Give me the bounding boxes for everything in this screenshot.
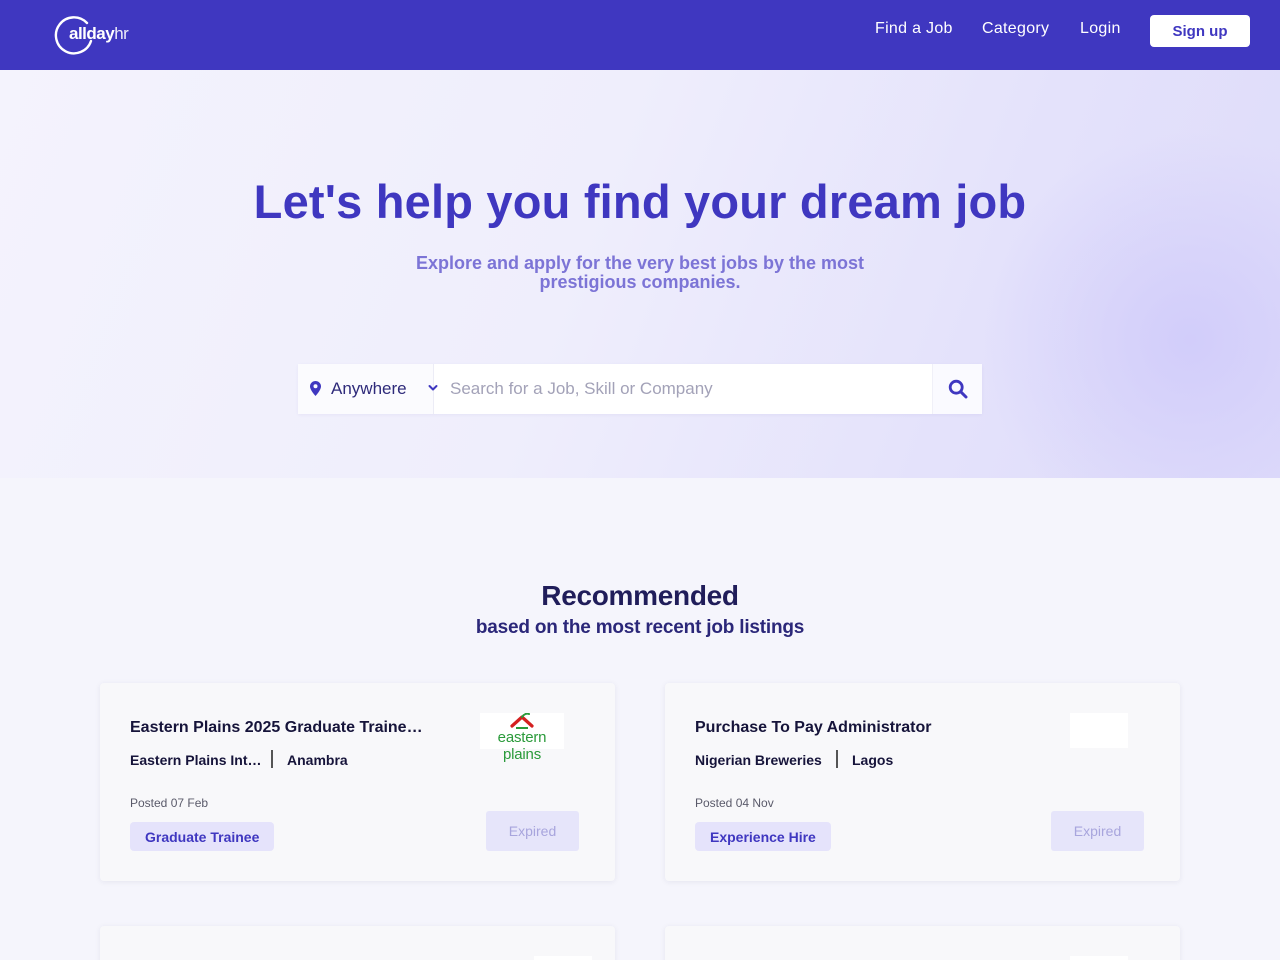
expired-button[interactable]: Expired [486,811,579,851]
search-icon [948,379,967,399]
job-title[interactable]: Eastern Plains 2025 Graduate Trainee Pro… [130,719,430,737]
search-input[interactable] [440,364,930,414]
hero-subtitle: Explore and apply for the very best jobs… [415,253,865,292]
signup-button[interactable]: Sign up [1150,15,1250,47]
job-card-partial[interactable] [665,926,1180,960]
search-button[interactable] [932,364,982,414]
job-location: Lagos [852,752,894,768]
chevron-down-icon [428,385,438,391]
company-name: Nigerian Breweries [695,752,822,768]
posted-date: Posted 04 Nov [695,796,774,810]
location-value: Anywhere [331,379,407,398]
company-logo [1070,956,1128,960]
company-name: Eastern Plains International [130,752,262,768]
company-logo [534,956,592,960]
job-location: Anambra [287,752,348,768]
company-logo [1070,713,1128,748]
job-search-bar: Anywhere [298,364,982,414]
location-pin-icon [310,381,321,396]
job-type-badge: Experience Hire [695,822,831,851]
nav-find-a-job[interactable]: Find a Job [875,20,953,38]
hero-section: Let's help you find your dream job Explo… [0,70,1280,478]
alldayhr-logo[interactable]: alldayhr [54,14,138,56]
expired-button[interactable]: Expired [1051,811,1144,851]
company-logo-text: eastern plains [497,729,547,763]
recommended-subtitle: based on the most recent job listings [475,617,805,638]
job-card[interactable]: Eastern Plains 2025 Graduate Trainee Pro… [100,683,615,881]
divider [836,750,838,768]
job-card[interactable]: Purchase To Pay Administrator Nigerian B… [665,683,1180,881]
job-type-badge: Graduate Trainee [130,822,275,851]
job-card-partial[interactable] [100,926,615,960]
location-select[interactable]: Anywhere [298,364,438,414]
divider [271,750,273,768]
logo-text: alldayhr [69,24,129,43]
posted-date: Posted 07 Feb [130,796,209,810]
top-navbar: alldayhr Find a Job Category Login Sign … [0,0,1280,70]
nav-login[interactable]: Login [1080,20,1121,38]
company-logo: eastern plains [480,713,564,763]
nav-category[interactable]: Category [982,20,1049,38]
recommended-title: Recommended [541,580,739,611]
hero-title: Let's help you find your dream job [253,175,1027,228]
job-title[interactable]: Purchase To Pay Administrator [695,719,995,737]
